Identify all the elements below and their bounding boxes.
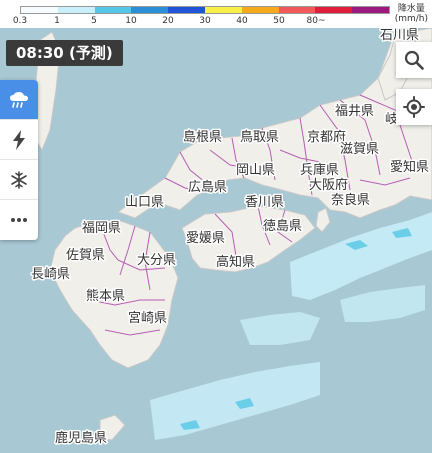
- place-label: 熊本県: [86, 288, 125, 304]
- layer-lightning-button[interactable]: [0, 120, 38, 160]
- forecast-time: 08:30: [16, 44, 64, 62]
- place-label: 滋賀県: [340, 142, 379, 157]
- legend-tick: 30: [199, 16, 211, 26]
- legend-tick: 10: [125, 16, 137, 26]
- place-label: 大阪府: [309, 178, 348, 193]
- place-label: 香川県: [245, 195, 284, 210]
- place-label: 高知県: [216, 254, 255, 270]
- place-label: 佐賀県: [66, 248, 105, 263]
- place-label: 山口県: [125, 195, 164, 210]
- legend-tick: 1: [54, 16, 60, 26]
- place-label: 福井県: [335, 104, 374, 119]
- forecast-mode: (予測): [68, 44, 113, 62]
- legend-tick: 40: [236, 16, 248, 26]
- rain-cloud-icon: [10, 91, 28, 108]
- legend-tick: 5: [91, 16, 97, 26]
- place-label: 福岡県: [82, 221, 121, 236]
- place-label: 岡山県: [236, 163, 275, 178]
- layer-snow-button[interactable]: [0, 160, 38, 200]
- legend-tick: 20: [162, 16, 174, 26]
- legend-color-bar: [20, 6, 390, 14]
- legend-title: 降水量 (mm/h): [395, 4, 428, 24]
- place-label: 兵庫県: [300, 163, 339, 178]
- legend-swatch: [57, 7, 95, 13]
- place-label: 徳島県: [263, 219, 302, 234]
- map-canvas[interactable]: 石川県 福井県 岐 島根県 鳥取県 京都府 滋賀県 愛知県 岡山県 兵庫県 広島…: [0, 0, 432, 453]
- legend-tick: 0.3: [12, 16, 28, 26]
- legend-swatch: [94, 7, 132, 13]
- place-label: 愛知県: [390, 159, 429, 175]
- precipitation-legend: 0.3 1 5 10 20 30 40 50 80~ 降水量 (mm/h): [0, 0, 432, 28]
- layer-rain-button[interactable]: [0, 80, 38, 120]
- legend-swatch: [131, 7, 169, 13]
- legend-swatch: [352, 7, 389, 13]
- search-button[interactable]: [396, 42, 432, 78]
- layer-more-button[interactable]: [0, 200, 38, 240]
- place-label: 石川県: [380, 28, 419, 43]
- place-label: 長崎県: [31, 267, 70, 282]
- legend-title-main: 降水量: [397, 4, 425, 14]
- place-label: 広島県: [188, 180, 227, 195]
- place-label: 鳥取県: [240, 130, 279, 145]
- locate-button[interactable]: [396, 89, 432, 125]
- search-icon: [404, 50, 424, 70]
- legend-tick: 50: [273, 16, 285, 26]
- legend-swatch: [315, 7, 353, 13]
- legend-title-unit: (mm/h): [394, 14, 428, 24]
- legend-swatch: [278, 7, 316, 13]
- legend-swatch: [21, 7, 58, 13]
- legend-tick: 80~: [306, 16, 326, 26]
- place-label: 宮崎県: [128, 310, 167, 326]
- place-label: 愛媛県: [186, 231, 225, 246]
- forecast-time-badge[interactable]: 08:30 (予測): [6, 40, 123, 66]
- legend-swatch: [168, 7, 205, 13]
- place-label: 大分県: [137, 253, 176, 268]
- place-label: 島根県: [183, 130, 222, 145]
- lightning-icon: [13, 129, 25, 150]
- layer-panel: [0, 80, 38, 240]
- legend-swatch: [204, 7, 242, 13]
- more-dots-icon: [11, 218, 27, 222]
- snowflake-icon: [11, 170, 27, 189]
- place-label: 奈良県: [331, 192, 370, 208]
- legend-swatch: [241, 7, 279, 13]
- locate-icon: [403, 96, 425, 118]
- place-label: 鹿児島県: [55, 430, 107, 446]
